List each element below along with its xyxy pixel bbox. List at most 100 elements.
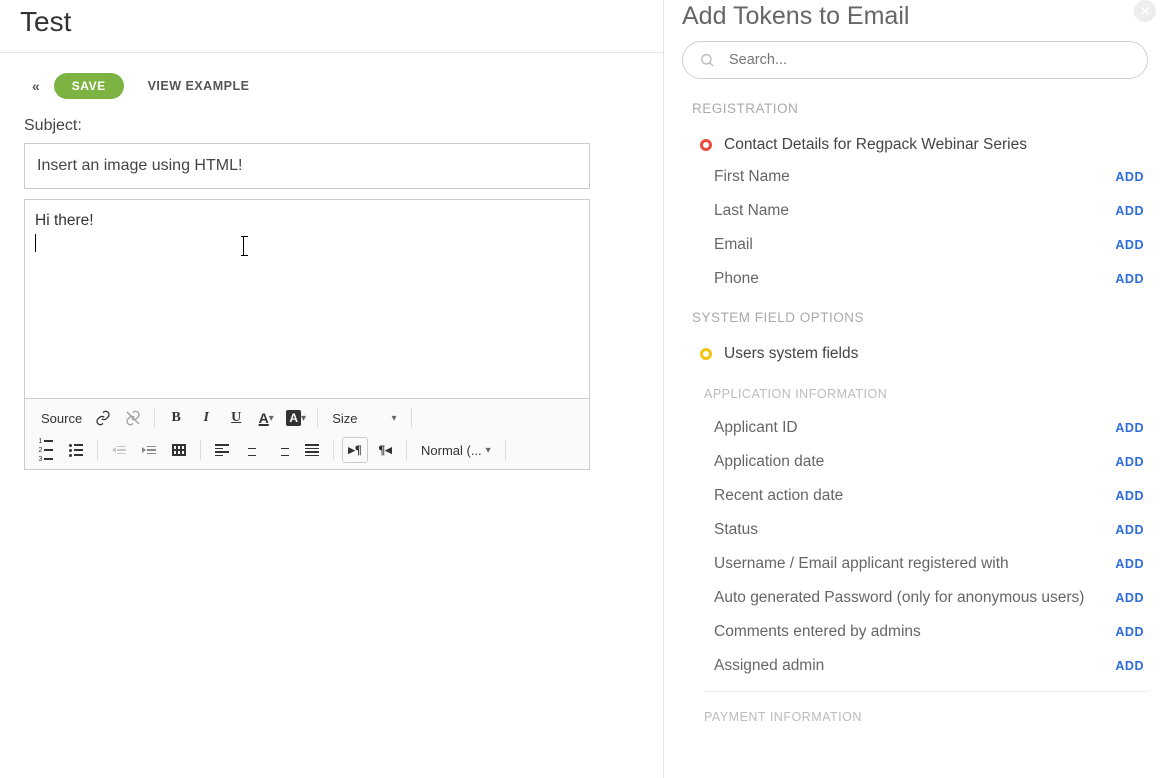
outdent-icon	[112, 446, 126, 455]
section-divider	[704, 691, 1148, 692]
ltr-icon: ▸¶	[348, 442, 362, 458]
token-row: Application dateADD	[682, 445, 1148, 479]
add-token-button[interactable]: ADD	[1115, 170, 1144, 184]
category-label: Users system fields	[724, 345, 858, 363]
token-row: Email ADD	[682, 228, 1148, 262]
token-label: Recent action date	[714, 487, 843, 505]
ordered-list-icon: 1 2 3	[39, 438, 54, 463]
toolbar-separator	[505, 440, 506, 460]
token-row: Phone ADD	[682, 262, 1148, 296]
editor-body[interactable]: Hi there!	[25, 200, 589, 398]
align-center-icon	[245, 444, 259, 456]
bullet-icon	[700, 348, 712, 360]
chevron-down-icon: ▾	[486, 445, 491, 456]
text-caret	[35, 234, 36, 252]
table-icon	[172, 444, 186, 456]
toolbar-separator	[406, 440, 407, 460]
outdent-button[interactable]	[106, 437, 132, 463]
add-token-button[interactable]: ADD	[1115, 659, 1144, 673]
token-row: First Name ADD	[682, 160, 1148, 194]
add-token-button[interactable]: ADD	[1115, 204, 1144, 218]
actions-row: « SAVE VIEW EXAMPLE	[0, 53, 663, 117]
toolbar-separator	[411, 408, 412, 428]
toolbar-separator	[200, 440, 201, 460]
subject-label: Subject:	[24, 117, 639, 135]
font-size-select[interactable]: Size ▾	[326, 411, 402, 426]
bullet-list-button[interactable]	[63, 437, 89, 463]
unlink-button[interactable]	[120, 405, 146, 431]
add-token-button[interactable]: ADD	[1115, 489, 1144, 503]
bold-button[interactable]: B	[163, 405, 189, 431]
view-example-button[interactable]: VIEW EXAMPLE	[148, 79, 250, 93]
token-label: Assigned admin	[714, 657, 824, 675]
link-button[interactable]	[90, 405, 116, 431]
token-row: Applicant IDADD	[682, 411, 1148, 445]
close-panel-button[interactable]: ✕	[1134, 0, 1156, 22]
token-row: Assigned admin ADD	[682, 649, 1148, 683]
toolbar-separator	[333, 440, 334, 460]
system-category[interactable]: Users system fields	[682, 339, 1148, 369]
token-label: Status	[714, 521, 758, 539]
align-center-button[interactable]	[239, 437, 265, 463]
underline-button[interactable]: U	[223, 405, 249, 431]
toolbar-separator	[154, 408, 155, 428]
token-label: Username / Email applicant registered wi…	[714, 555, 1009, 573]
text-color-button[interactable]: A▾	[253, 405, 279, 431]
token-row: Last NameADD	[682, 194, 1148, 228]
italic-button[interactable]: I	[193, 405, 219, 431]
indent-button[interactable]	[136, 437, 162, 463]
app-info-header: APPLICATION INFORMATION	[704, 387, 1148, 401]
align-justify-button[interactable]	[299, 437, 325, 463]
align-right-button[interactable]	[269, 437, 295, 463]
paragraph-format-select[interactable]: Normal (... ▾	[415, 443, 497, 458]
token-row: Auto generated Password (only for anonym…	[682, 581, 1148, 615]
token-search-input[interactable]	[729, 52, 1131, 68]
token-row: Comments entered by admins ADD	[682, 615, 1148, 649]
chevron-down-icon: ▾	[392, 413, 397, 424]
toolbar-separator	[317, 408, 318, 428]
align-right-icon	[275, 444, 289, 456]
add-token-button[interactable]: ADD	[1115, 625, 1144, 639]
token-row: Recent action date ADD	[682, 479, 1148, 513]
numbered-list-button[interactable]: 1 2 3	[33, 437, 59, 463]
editor-text: Hi there!	[35, 212, 94, 229]
ibeam-cursor-icon	[243, 236, 244, 256]
align-left-button[interactable]	[209, 437, 235, 463]
rtl-icon: ¶◂	[378, 442, 392, 458]
highlight-button[interactable]: A▾	[283, 405, 309, 431]
align-left-icon	[215, 444, 229, 456]
payment-info-header: PAYMENT INFORMATION	[704, 710, 1148, 724]
registration-category[interactable]: Contact Details for Regpack Webinar Seri…	[682, 130, 1148, 160]
link-icon	[95, 410, 111, 426]
add-token-button[interactable]: ADD	[1115, 557, 1144, 571]
registration-section-header: REGISTRATION	[692, 101, 1148, 116]
email-form: Subject: Hi there! Source	[0, 117, 663, 470]
add-token-button[interactable]: ADD	[1115, 238, 1144, 252]
close-icon: ✕	[1139, 3, 1151, 20]
rich-text-editor: Hi there! Source	[24, 199, 590, 470]
ltr-button[interactable]: ▸¶	[342, 437, 368, 463]
unordered-list-icon	[69, 444, 83, 457]
token-label: Phone	[714, 270, 759, 288]
bullet-icon	[700, 139, 712, 151]
token-label: Email	[714, 236, 753, 254]
add-token-button[interactable]: ADD	[1115, 272, 1144, 286]
add-token-button[interactable]: ADD	[1115, 421, 1144, 435]
rtl-button[interactable]: ¶◂	[372, 437, 398, 463]
subject-input[interactable]	[24, 143, 590, 189]
add-token-button[interactable]: ADD	[1115, 455, 1144, 469]
back-icon[interactable]: «	[32, 78, 40, 94]
token-label: Comments entered by admins	[714, 623, 921, 641]
save-button[interactable]: SAVE	[54, 73, 124, 99]
email-editor-pane: Test « SAVE VIEW EXAMPLE Subject: Hi the…	[0, 0, 664, 778]
table-button[interactable]	[166, 437, 192, 463]
source-button[interactable]: Source	[33, 411, 86, 426]
token-label: First Name	[714, 168, 790, 186]
editor-toolbar: Source B I U A▾ A▾ Size	[25, 398, 589, 469]
format-label: Normal (...	[421, 443, 482, 458]
add-token-button[interactable]: ADD	[1115, 591, 1144, 605]
size-label: Size	[332, 411, 357, 426]
add-token-button[interactable]: ADD	[1115, 523, 1144, 537]
token-search[interactable]	[682, 41, 1148, 79]
unlink-icon	[125, 410, 141, 426]
